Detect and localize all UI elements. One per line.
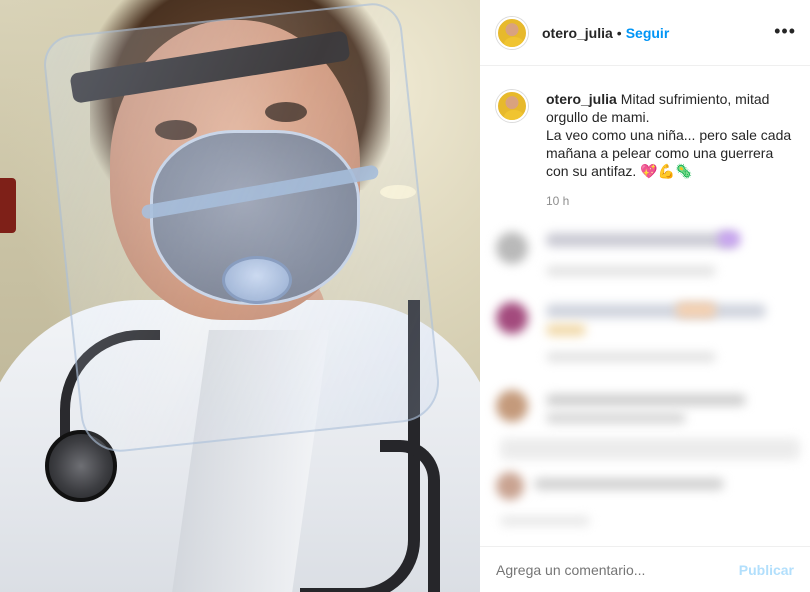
more-options-icon[interactable]: ••• bbox=[774, 22, 796, 40]
comment-accent-blur bbox=[718, 231, 740, 247]
comment-text-blur bbox=[546, 394, 746, 406]
comment-meta-blur bbox=[500, 438, 800, 460]
comment-avatar bbox=[496, 390, 528, 422]
comment-meta-blur bbox=[546, 266, 716, 276]
comment-accent-blur bbox=[676, 302, 716, 318]
comment-box: Publicar bbox=[480, 546, 810, 592]
comment-meta-blur bbox=[546, 352, 716, 362]
publish-button[interactable]: Publicar bbox=[739, 562, 794, 578]
comment-text-blur bbox=[546, 412, 686, 424]
post-header: otero_julia • Seguir ••• bbox=[480, 0, 810, 66]
comment-text-blur bbox=[546, 324, 586, 336]
comment-avatar bbox=[496, 232, 528, 264]
header-separator: • bbox=[616, 24, 622, 41]
stethoscope-tube-right-lower bbox=[380, 440, 440, 592]
post-caption: otero_julia Mitad sufrimiento, mitad orgu… bbox=[496, 90, 796, 181]
follow-button[interactable]: Seguir bbox=[626, 25, 670, 41]
caption-username[interactable]: otero_julia bbox=[546, 91, 617, 107]
comment-meta-blur bbox=[500, 516, 590, 526]
header-username[interactable]: otero_julia bbox=[542, 25, 613, 41]
caption-emojis: 💖💪🦠 bbox=[640, 164, 693, 180]
comment-avatar bbox=[496, 302, 528, 334]
caption-text: otero_julia Mitad sufrimiento, mitad orgu… bbox=[546, 90, 796, 181]
comment-input[interactable] bbox=[496, 561, 739, 578]
comment-text-blur bbox=[534, 478, 724, 490]
face-shield bbox=[41, 0, 443, 456]
avatar[interactable] bbox=[496, 16, 528, 49]
post-timestamp[interactable]: 10 h bbox=[546, 194, 569, 208]
wall-sign bbox=[0, 178, 16, 233]
post-side-panel: otero_julia • Seguir ••• otero_julia Mita… bbox=[480, 0, 810, 592]
comment-text-blur bbox=[546, 304, 766, 318]
post-photo[interactable] bbox=[0, 0, 480, 592]
comment-avatar bbox=[496, 472, 524, 500]
caption-avatar[interactable] bbox=[496, 90, 528, 122]
comment-text-blur bbox=[546, 233, 736, 247]
